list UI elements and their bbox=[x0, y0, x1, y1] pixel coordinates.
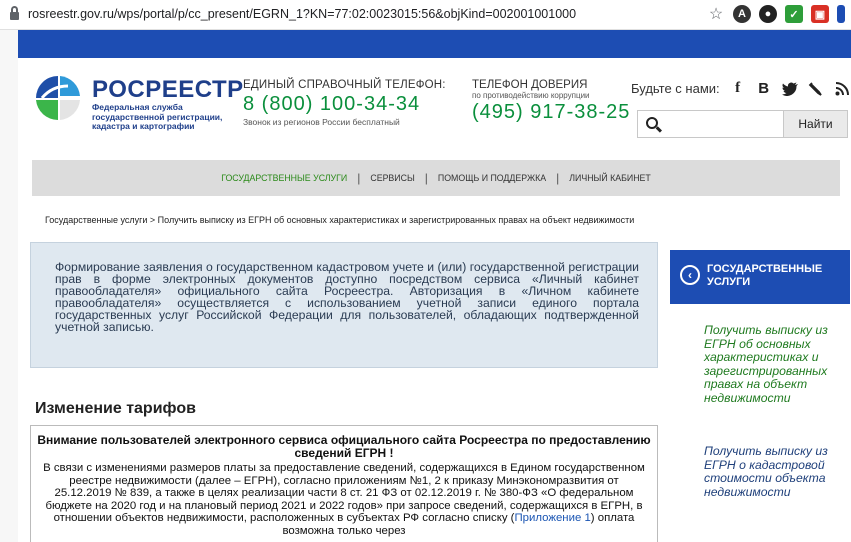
vkontakte-icon[interactable]: B bbox=[756, 80, 772, 97]
nav-separator: | bbox=[424, 171, 428, 185]
livejournal-icon[interactable] bbox=[808, 81, 824, 96]
hotline-label: ЕДИНЫЙ СПРАВОЧНЫЙ ТЕЛЕФОН: bbox=[243, 79, 446, 91]
main-nav: ГОСУДАРСТВЕННЫЕ УСЛУГИ | СЕРВИСЫ | ПОМОЩ… bbox=[32, 160, 840, 196]
search-icon bbox=[646, 117, 658, 129]
rss-icon[interactable] bbox=[834, 81, 850, 96]
nav-separator: | bbox=[357, 171, 361, 185]
facebook-icon[interactable]: f bbox=[730, 80, 746, 97]
lock-icon[interactable] bbox=[10, 6, 19, 20]
hotline-block: ЕДИНЫЙ СПРАВОЧНЫЙ ТЕЛЕФОН: 8 (800) 100-3… bbox=[243, 79, 446, 127]
browser-address-bar: rosreestr.gov.ru/wps/portal/p/cc_present… bbox=[0, 0, 851, 30]
extension-record-icon[interactable]: ● bbox=[759, 5, 777, 23]
sidebar-link-egrn-cadastral-value[interactable]: Получить выписку из ЕГРН о кадастровой с… bbox=[704, 444, 849, 499]
social-label: Будьте с нами: bbox=[631, 81, 720, 96]
extension-pdf-icon[interactable]: ▣ bbox=[811, 5, 829, 23]
notice-title: Внимание пользователей электронного серв… bbox=[37, 433, 651, 460]
nav-item-services[interactable]: СЕРВИСЫ bbox=[370, 173, 414, 183]
hotline-number[interactable]: 8 (800) 100-34-34 bbox=[243, 93, 446, 116]
trust-line-subtitle: по противодействию коррупции bbox=[472, 91, 590, 100]
notice-body: В связи с изменениями размеров платы за … bbox=[41, 462, 647, 538]
nav-item-help[interactable]: ПОМОЩЬ И ПОДДЕРЖКА bbox=[438, 173, 546, 183]
trust-line-block: ТЕЛЕФОН ДОВЕРИЯ по противодействию корру… bbox=[472, 79, 630, 124]
tariff-notice: Внимание пользователей электронного серв… bbox=[30, 425, 658, 542]
rosreestr-logo-icon[interactable] bbox=[32, 72, 84, 124]
twitter-icon[interactable] bbox=[781, 82, 798, 96]
chevron-left-icon[interactable]: ‹ bbox=[680, 265, 700, 285]
hotline-note: Звонок из регионов России бесплатный bbox=[243, 117, 400, 127]
social-links: Будьте с нами: f B bbox=[631, 80, 850, 97]
trust-line-label: ТЕЛЕФОН ДОВЕРИЯ bbox=[472, 79, 588, 91]
extension-translate-icon[interactable]: A bbox=[733, 5, 751, 23]
trust-line-number[interactable]: (495) 917-38-25 bbox=[472, 101, 630, 124]
url-field[interactable]: rosreestr.gov.ru/wps/portal/p/cc_present… bbox=[28, 7, 576, 21]
top-banner bbox=[18, 30, 851, 58]
search-button[interactable]: Найти bbox=[783, 111, 847, 137]
page-left-margin bbox=[0, 30, 18, 542]
tariffs-heading: Изменение тарифов bbox=[35, 400, 196, 417]
logo-title[interactable]: РОСРЕЕСТР bbox=[92, 76, 244, 104]
nav-item-gov-services[interactable]: ГОСУДАРСТВЕННЫЕ УСЛУГИ bbox=[221, 173, 347, 183]
sidebar-header[interactable]: ‹ ГОСУДАРСТВЕННЫЕ УСЛУГИ bbox=[670, 250, 850, 304]
sidebar-link-egrn-rights[interactable]: Получить выписку из ЕГРН об основных хар… bbox=[704, 323, 849, 405]
extension-check-icon[interactable]: ✓ bbox=[785, 5, 803, 23]
bookmark-star-icon[interactable]: ☆ bbox=[707, 5, 725, 23]
breadcrumb[interactable]: Государственные услуги > Получить выписк… bbox=[45, 215, 634, 225]
browser-toolbar: ☆ A ● ✓ ▣ bbox=[707, 5, 845, 23]
info-text: Формирование заявления о государственном… bbox=[55, 260, 639, 334]
sidebar-title: ГОСУДАРСТВЕННЫЕ УСЛУГИ bbox=[707, 263, 823, 288]
extension-partial-icon[interactable] bbox=[837, 5, 845, 23]
search-input[interactable]: Найти bbox=[637, 110, 848, 138]
nav-item-personal-account[interactable]: ЛИЧНЫЙ КАБИНЕТ bbox=[569, 173, 651, 183]
appendix-link[interactable]: Приложение 1 bbox=[514, 512, 590, 524]
logo-subtitle: Федеральная служба государственной регис… bbox=[92, 102, 223, 131]
nav-separator: | bbox=[556, 171, 560, 185]
info-panel: Формирование заявления о государственном… bbox=[30, 242, 658, 368]
